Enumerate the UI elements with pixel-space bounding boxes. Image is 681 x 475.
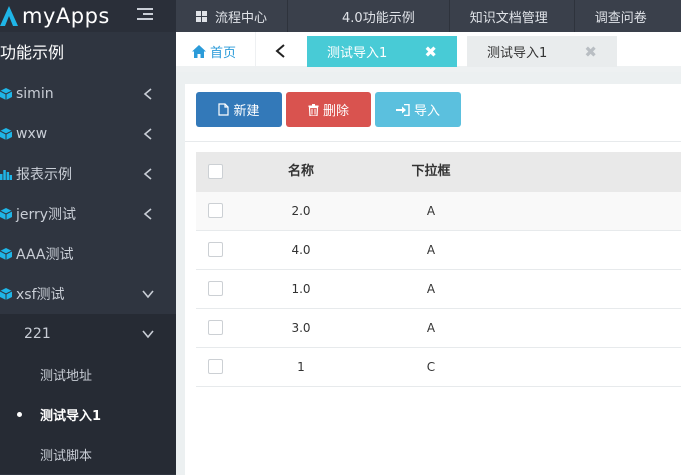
sidebar-item-report-demo[interactable]: 报表示例 <box>0 154 176 194</box>
sidebar-subitem-label: 测试脚本 <box>40 448 93 464</box>
chevron-left-icon <box>143 88 152 100</box>
tab-home[interactable]: 首页 <box>176 32 256 70</box>
sidebar-item-wxw[interactable]: wxw <box>0 114 176 154</box>
cube-icon <box>0 88 12 100</box>
cell-dropdown: A <box>426 243 436 257</box>
select-all-checkbox[interactable] <box>208 164 223 179</box>
file-icon <box>218 103 230 116</box>
sidebar: myApps 功能示例 simin wxw 报表示例 jerry测试 AAA测试… <box>0 0 176 475</box>
data-table: 名称 下拉框 2.0 A 4.0 A 1.0 A 3.0 A 1 C <box>196 152 681 387</box>
logo-bar: myApps <box>0 0 176 32</box>
chevron-left-icon <box>143 128 152 140</box>
cube-icon <box>0 248 12 260</box>
column-header-name[interactable]: 名称 <box>281 152 321 192</box>
topnav-item-survey[interactable]: 调查问卷 <box>575 0 667 32</box>
active-dot-icon <box>17 412 22 417</box>
grid-icon <box>196 10 207 22</box>
sidebar-item-aaa-test[interactable]: AAA测试 <box>0 234 176 274</box>
chevron-left-icon[interactable] <box>266 36 296 66</box>
app-logo-icon <box>0 6 18 26</box>
new-button-label: 新建 <box>233 103 260 118</box>
sidebar-subitem-test-address[interactable]: 测试地址 <box>0 354 176 394</box>
cell-dropdown: A <box>426 282 436 296</box>
topnav-label: 知识文档管理 <box>469 10 548 26</box>
home-icon <box>192 44 206 58</box>
sidebar-subgroup-label: 221 <box>24 326 51 342</box>
trash-icon <box>308 103 319 116</box>
cube-icon <box>0 208 12 220</box>
sidebar-item-label: 报表示例 <box>16 167 72 183</box>
content-panel: 新建 删除 导入 名称 下拉框 2.0 A 4.0 A 1.0 A 3.0 A … <box>185 84 681 475</box>
cell-name: 1 <box>297 360 305 374</box>
toolbar: 新建 删除 导入 <box>185 84 681 142</box>
cell-dropdown: A <box>426 204 436 218</box>
delete-button[interactable]: 删除 <box>286 92 371 127</box>
sidebar-subitem-test-script[interactable]: 测试脚本 <box>0 434 176 474</box>
tab-test-import[interactable]: 测试导入1 ✖ <box>467 36 617 67</box>
sidebar-section-title: 功能示例 <box>0 43 65 62</box>
topnav-label: 调查问卷 <box>594 10 647 26</box>
cell-dropdown: A <box>426 321 436 335</box>
row-checkbox[interactable] <box>208 320 223 335</box>
cube-icon <box>0 288 12 300</box>
delete-button-label: 删除 <box>322 103 349 118</box>
sidebar-item-xsf-test[interactable]: xsf测试 <box>0 274 176 314</box>
close-icon[interactable]: ✖ <box>584 43 597 61</box>
table-row[interactable]: 2.0 A <box>196 192 681 231</box>
table-row[interactable]: 1 C <box>196 348 681 387</box>
sidebar-item-label: xsf测试 <box>16 287 65 303</box>
row-checkbox[interactable] <box>208 281 223 296</box>
cell-name: 3.0 <box>291 321 311 335</box>
cell-name: 4.0 <box>291 243 311 257</box>
app-logo-text: myApps <box>22 4 110 28</box>
topnav-label: 4.0功能示例 <box>342 10 415 26</box>
close-icon[interactable]: ✖ <box>424 43 437 61</box>
new-button[interactable]: 新建 <box>196 92 282 127</box>
topnav-item-workflow[interactable]: 流程中心 <box>176 0 289 32</box>
cell-name: 1.0 <box>291 282 311 296</box>
sidebar-submenu: 221 测试地址 测试导入1 测试脚本 <box>0 314 176 474</box>
sidebar-subgroup-221[interactable]: 221 <box>0 314 176 354</box>
row-checkbox[interactable] <box>208 359 223 374</box>
top-nav: 流程中心 4.0功能示例 知识文档管理 调查问卷 <box>176 0 681 32</box>
table-row[interactable]: 3.0 A <box>196 309 681 348</box>
sidebar-subitem-test-import[interactable]: 测试导入1 <box>0 394 176 434</box>
bar-chart-icon <box>0 170 12 180</box>
tab-label: 测试导入1 <box>327 46 388 61</box>
cube-icon <box>0 128 12 140</box>
import-button-label: 导入 <box>413 103 440 118</box>
chevron-down-icon <box>142 290 154 299</box>
cell-name: 2.0 <box>291 204 311 218</box>
sidebar-item-label: wxw <box>16 126 48 142</box>
menu-toggle-icon[interactable] <box>137 8 153 22</box>
tab-home-label: 首页 <box>210 45 237 61</box>
sign-in-icon <box>395 103 410 116</box>
tab-bar: 首页 测试导入1 ✖ 测试导入1 ✖ <box>176 32 681 72</box>
table-row[interactable]: 1.0 A <box>196 270 681 309</box>
table-header: 名称 下拉框 <box>196 152 681 192</box>
row-checkbox[interactable] <box>208 203 223 218</box>
chevron-down-icon <box>142 330 154 339</box>
sidebar-subitem-label: 测试导入1 <box>40 408 102 424</box>
table-row[interactable]: 4.0 A <box>196 231 681 270</box>
import-button[interactable]: 导入 <box>375 92 461 127</box>
sidebar-item-jerry-test[interactable]: jerry测试 <box>0 194 176 234</box>
column-header-dropdown[interactable]: 下拉框 <box>401 152 461 192</box>
sidebar-item-label: simin <box>16 86 54 102</box>
topnav-item-feature-demo[interactable]: 4.0功能示例 <box>288 0 450 32</box>
sidebar-subitem-label: 测试地址 <box>40 368 93 384</box>
tab-label: 测试导入1 <box>487 46 548 61</box>
row-checkbox[interactable] <box>208 242 223 257</box>
tab-test-import-active[interactable]: 测试导入1 ✖ <box>307 36 457 67</box>
topnav-item-knowledge-docs[interactable]: 知识文档管理 <box>450 0 575 32</box>
sidebar-item-label: jerry测试 <box>16 207 77 223</box>
chevron-left-icon <box>143 208 152 220</box>
chevron-left-icon <box>143 168 152 180</box>
cell-dropdown: C <box>426 360 436 374</box>
topnav-label: 流程中心 <box>215 10 268 26</box>
sidebar-item-simin[interactable]: simin <box>0 74 176 114</box>
sidebar-item-label: AAA测试 <box>16 247 74 263</box>
